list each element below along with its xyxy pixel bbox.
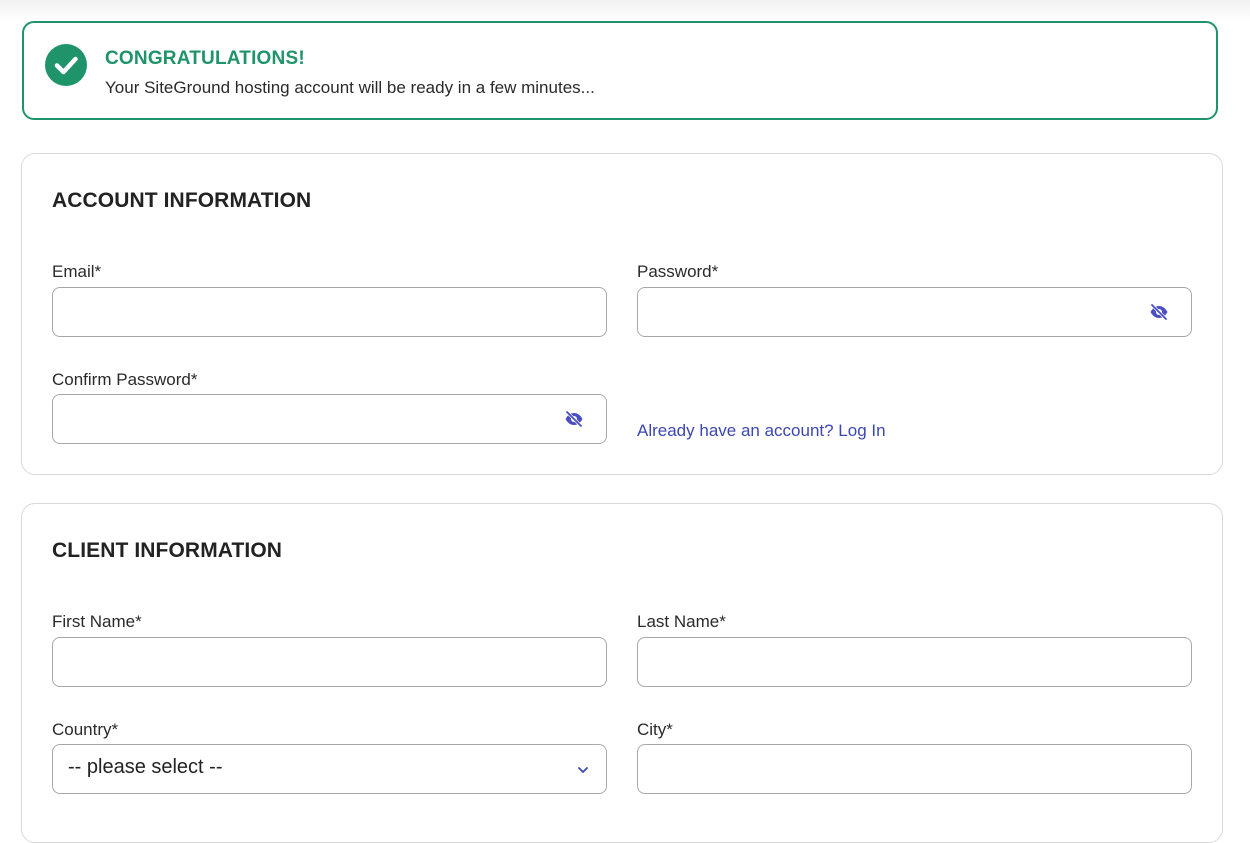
eye-off-icon[interactable] xyxy=(1149,302,1169,322)
first-name-label: First Name* xyxy=(52,612,142,631)
account-information-heading: ACCOUNT INFORMATION xyxy=(52,189,312,212)
city-field[interactable] xyxy=(652,745,1136,793)
city-field-box xyxy=(637,744,1192,794)
banner-title: CONGRATULATIONS! xyxy=(105,48,305,69)
confirm-password-field[interactable] xyxy=(67,395,551,443)
first-name-field-box xyxy=(52,637,607,687)
last-name-label: Last Name* xyxy=(637,612,726,631)
password-field-box xyxy=(637,287,1192,337)
password-label: Password* xyxy=(637,262,719,281)
banner-message: Your SiteGround hosting account will be … xyxy=(105,78,595,97)
chevron-down-icon xyxy=(576,763,590,777)
client-information-card: CLIENT INFORMATION First Name* Last Name… xyxy=(21,503,1223,843)
check-circle-icon xyxy=(45,44,87,86)
login-link[interactable]: Already have an account? Log In xyxy=(637,421,886,441)
confirm-password-field-box xyxy=(52,394,607,444)
first-name-field[interactable] xyxy=(67,638,551,686)
success-banner: CONGRATULATIONS! Your SiteGround hosting… xyxy=(22,21,1218,120)
country-label: Country* xyxy=(52,720,119,739)
confirm-password-label: Confirm Password* xyxy=(52,370,198,389)
email-field-box xyxy=(52,287,607,337)
last-name-field[interactable] xyxy=(652,638,1136,686)
password-field[interactable] xyxy=(652,288,1136,336)
top-shade xyxy=(0,0,1250,22)
email-field[interactable] xyxy=(67,288,551,336)
country-select-value: -- please select -- xyxy=(68,756,223,778)
country-select[interactable]: -- please select -- xyxy=(52,744,607,794)
account-information-card: ACCOUNT INFORMATION Email* Password* Con… xyxy=(21,153,1223,475)
client-information-heading: CLIENT INFORMATION xyxy=(52,539,283,562)
last-name-field-box xyxy=(637,637,1192,687)
city-label: City* xyxy=(637,720,673,739)
email-label: Email* xyxy=(52,262,102,281)
eye-off-icon[interactable] xyxy=(564,409,584,429)
